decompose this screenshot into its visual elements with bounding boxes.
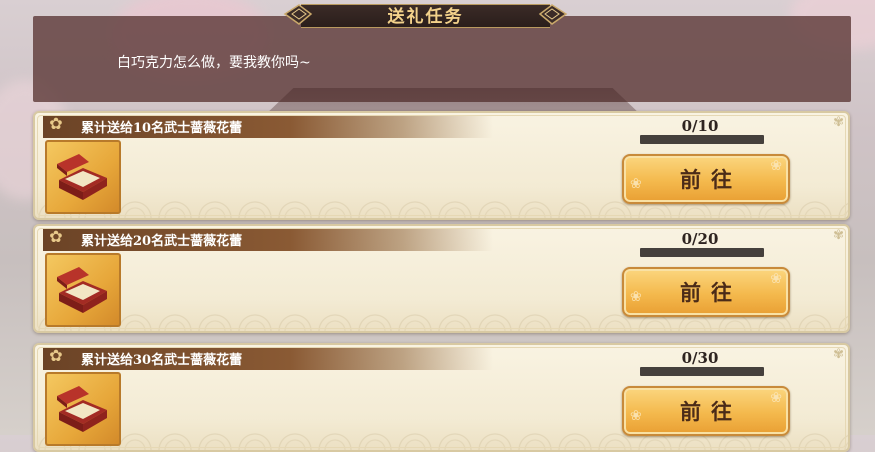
corner-flower-icon: ✾ — [833, 115, 844, 130]
corner-flower-icon: ✾ — [833, 228, 844, 243]
flower-icon: ❀ — [770, 390, 782, 406]
corner-flower-icon: ✾ — [833, 347, 844, 362]
progress-bar — [640, 248, 764, 257]
ornament-left-icon — [283, 4, 313, 25]
go-button-label: 前往 — [680, 399, 742, 424]
progress-label: 0/30 — [681, 349, 719, 367]
task-title: 累计送给20名武士蔷薇花蕾 — [81, 234, 243, 249]
flower-icon: ❀ — [770, 158, 782, 174]
dialog-text: 白巧克力怎么做，要我教你吗~ — [117, 55, 311, 71]
go-button[interactable]: ❀ ❀ 前往 — [622, 154, 790, 204]
go-button-label: 前往 — [680, 280, 742, 305]
title-banner: 送礼任务 — [283, 2, 568, 28]
flower-icon: ✿ — [49, 227, 63, 246]
task-card: ✿ 累计送给10名武士蔷薇花蕾 ✾ 0/10 ❀ ❀ 前往 — [33, 111, 850, 220]
go-button[interactable]: ❀ ❀ 前往 — [622, 267, 790, 317]
go-button[interactable]: ❀ ❀ 前往 — [622, 386, 790, 436]
progress-bar — [640, 135, 764, 144]
flower-icon: ✿ — [49, 346, 63, 365]
flower-icon: ❀ — [630, 289, 642, 305]
flower-icon: ❀ — [630, 408, 642, 424]
page-title: 送礼任务 — [387, 7, 464, 27]
task-title: 累计送给10名武士蔷薇花蕾 — [81, 121, 243, 136]
task-title: 累计送给30名武士蔷薇花蕾 — [81, 353, 243, 368]
flower-icon: ❀ — [770, 271, 782, 287]
progress-label: 0/20 — [681, 230, 719, 248]
ornament-right-icon — [538, 4, 568, 25]
task-card: ✿ 累计送给30名武士蔷薇花蕾 ✾ 0/30 ❀ ❀ 前往 — [33, 343, 850, 452]
gift-box-icon — [45, 253, 121, 327]
progress-bar — [640, 367, 764, 376]
gift-box-icon — [45, 140, 121, 214]
progress-label: 0/10 — [681, 117, 719, 135]
go-button-label: 前往 — [680, 167, 742, 192]
flower-icon: ❀ — [630, 176, 642, 192]
flower-icon: ✿ — [49, 114, 63, 133]
dialog-panel: 白巧克力怎么做，要我教你吗~ — [33, 16, 851, 136]
task-card: ✿ 累计送给20名武士蔷薇花蕾 ✾ 0/20 ❀ ❀ 前往 — [33, 224, 850, 333]
